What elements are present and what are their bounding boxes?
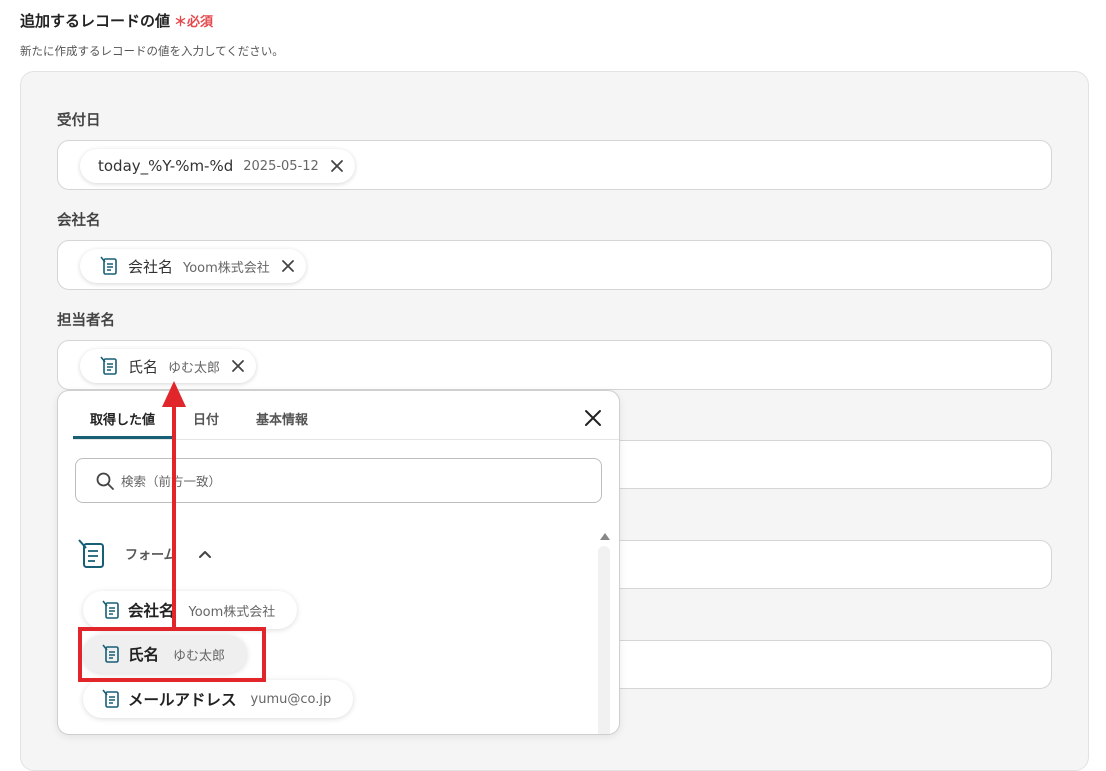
tab-obtained-values[interactable]: 取得した値: [90, 409, 155, 428]
tab-basic-info[interactable]: 基本情報: [256, 409, 308, 428]
item-value: yumu@co.jp: [250, 691, 332, 707]
remove-chip-icon[interactable]: [230, 358, 246, 374]
field-label-company-name: 会社名: [57, 213, 101, 229]
group-label-form[interactable]: フォーム: [125, 544, 177, 563]
person-name-chip[interactable]: 氏名 ゆむ太郎: [80, 349, 257, 383]
chip-name: today_%Y-%m-%d: [98, 157, 234, 175]
remove-chip-icon[interactable]: [280, 258, 296, 274]
person-in-charge-input[interactable]: 氏名 ゆむ太郎: [57, 340, 1052, 390]
date-variable-chip[interactable]: today_%Y-%m-%d 2025-05-12: [80, 149, 355, 183]
chevron-up-icon[interactable]: [197, 546, 213, 560]
reception-date-input[interactable]: today_%Y-%m-%d 2025-05-12: [57, 140, 1052, 190]
list-item-company-name[interactable]: 会社名 Yoom株式会社: [83, 591, 298, 629]
tabs-divider: [73, 439, 619, 440]
search-box[interactable]: [75, 458, 602, 503]
chip-value: 2025-05-12: [243, 158, 319, 174]
scroll-up-icon[interactable]: [598, 527, 612, 540]
remove-chip-icon[interactable]: [329, 158, 345, 174]
item-value: ゆむ太郎: [173, 648, 226, 664]
list-item-person-name[interactable]: 氏名 ゆむ太郎: [83, 635, 248, 673]
value-picker-popup: 取得した値 日付 基本情報 フォーム 会社名 Yoom株式会社 氏名 ゆむ太郎: [57, 390, 620, 735]
active-tab-indicator: [73, 436, 172, 439]
search-icon: [95, 471, 115, 491]
chip-name: 会社名: [128, 257, 174, 276]
section-title-text: 追加するレコードの値: [20, 12, 171, 30]
company-name-input[interactable]: 会社名 Yoom株式会社: [57, 240, 1052, 290]
chip-value: Yoom株式会社: [183, 260, 270, 276]
form-icon: [100, 643, 122, 665]
scrollbar[interactable]: [598, 546, 610, 734]
item-name: 氏名: [128, 646, 160, 664]
chip-name: 氏名: [128, 357, 159, 376]
company-name-chip[interactable]: 会社名 Yoom株式会社: [80, 249, 306, 283]
field-label-reception-date: 受付日: [57, 113, 101, 129]
section-description: 新たに作成するレコードの値を入力してください。: [20, 44, 284, 58]
form-icon: [100, 688, 122, 710]
form-icon: [100, 599, 122, 621]
item-name: メールアドレス: [128, 691, 237, 709]
tab-date[interactable]: 日付: [193, 409, 219, 428]
item-name: 会社名: [128, 602, 175, 620]
form-icon: [98, 255, 120, 277]
chip-value: ゆむ太郎: [168, 360, 221, 376]
form-icon: [76, 537, 108, 571]
search-input[interactable]: [119, 469, 569, 493]
required-badge: ＊必須: [174, 15, 214, 30]
list-item-email[interactable]: メールアドレス yumu@co.jp: [83, 680, 354, 718]
item-value: Yoom株式会社: [188, 604, 276, 620]
section-title: 追加するレコードの値 ＊必須: [20, 10, 213, 31]
form-icon: [98, 355, 120, 377]
close-icon[interactable]: [582, 407, 604, 429]
field-label-person-in-charge: 担当者名: [57, 313, 115, 329]
